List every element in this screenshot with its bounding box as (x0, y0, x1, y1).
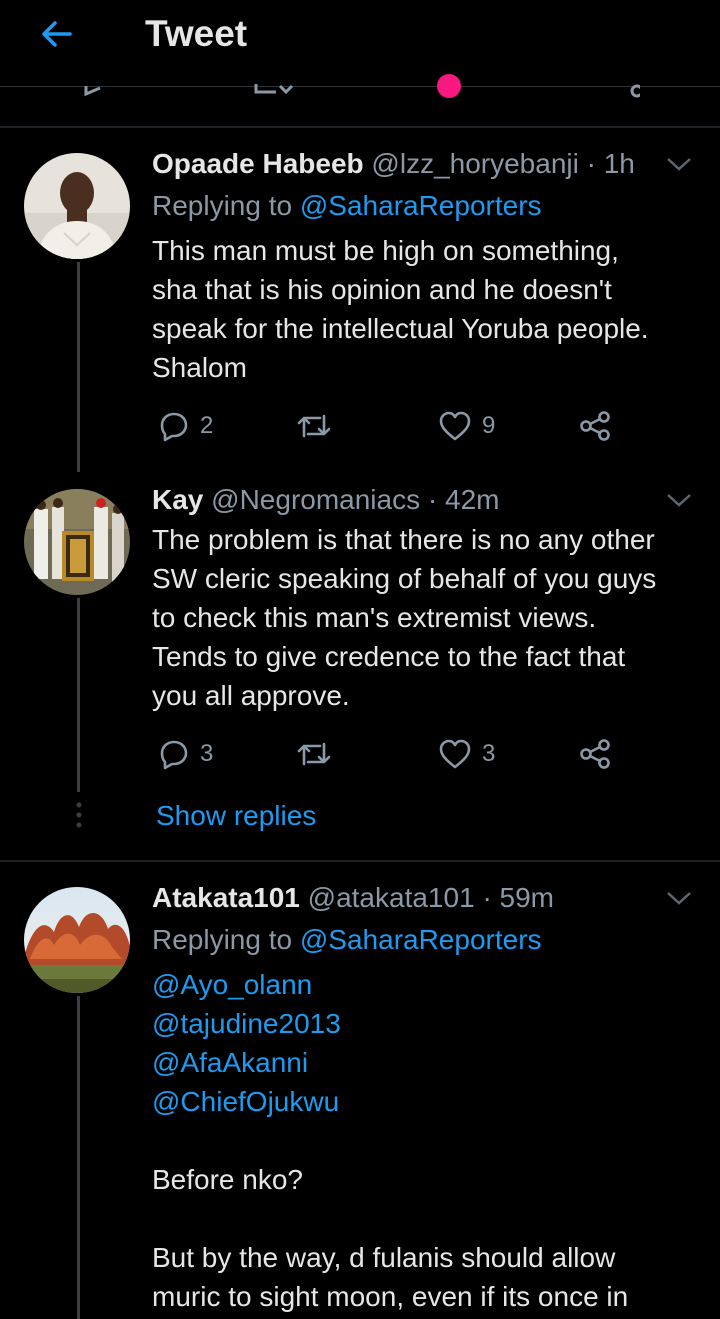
timestamp: · 59m (482, 882, 555, 913)
mention-link[interactable]: @Ayo_olann (152, 965, 707, 1004)
chevron-down-icon[interactable] (664, 154, 694, 174)
avatar[interactable] (24, 489, 130, 595)
reply-button[interactable]: 3 (158, 734, 213, 774)
retweet-icon (297, 414, 331, 438)
replying-to-link[interactable]: @SaharaReporters (300, 190, 542, 221)
avatar[interactable] (24, 153, 130, 259)
chevron-down-icon[interactable] (664, 888, 694, 908)
display-name[interactable]: Atakata101 (152, 882, 300, 913)
show-replies-link[interactable]: Show replies (156, 798, 316, 834)
reply-button[interactable]: 2 (158, 406, 213, 446)
mention-link[interactable]: @AfaAkanni (152, 1043, 707, 1082)
tweet-text-line (152, 1199, 707, 1238)
tweet-actions: 2 9 (152, 406, 632, 446)
reply-count: 3 (200, 740, 214, 767)
replying-to-link[interactable]: @SaharaReporters (300, 924, 542, 955)
user-handle[interactable]: @lzz_horyebanji (371, 148, 578, 179)
tweet-text-line: sha that is his opinion and he doesn't (152, 274, 612, 305)
divider (0, 126, 720, 128)
share-button[interactable] (578, 734, 612, 774)
like-count: 9 (482, 412, 496, 439)
like-count: 3 (482, 740, 496, 767)
tweet-text-line: SW cleric speaking of behalf of you guys (152, 563, 657, 594)
replying-to-label: Replying to (152, 924, 300, 955)
thread-line (77, 598, 80, 792)
like-button[interactable]: 3 (438, 734, 495, 774)
tweet-text: This man must be high on something, sha … (152, 231, 707, 387)
tweet-header: Kay @Negromaniacs · 42m (152, 482, 499, 518)
tweet-text-line: speak for the intellectual Yoruba people… (152, 313, 649, 344)
replying-to-label: Replying to (152, 190, 300, 221)
reply-icon (160, 412, 188, 442)
tweet-text-line: Shalom (152, 352, 247, 383)
divider (0, 860, 720, 862)
tweet-text-line: to check this man's extremist views. (152, 602, 597, 633)
main-tweet-actions-peek (80, 72, 640, 100)
timestamp: · 42m (427, 484, 500, 515)
retweet-icon (297, 742, 331, 766)
tweet-text-line: Before nko? (152, 1164, 303, 1195)
tweet-text: The problem is that there is no any othe… (152, 520, 707, 715)
display-name[interactable]: Kay (152, 484, 203, 515)
mention-link[interactable]: @tajudine2013 (152, 1004, 707, 1043)
thread-line (77, 996, 80, 1319)
arrow-left-icon[interactable] (36, 14, 76, 54)
chevron-down-icon[interactable] (664, 490, 694, 510)
retweet-button[interactable] (296, 406, 332, 446)
reply-count: 2 (200, 412, 214, 439)
display-name[interactable]: Opaade Habeeb (152, 148, 364, 179)
reply-icon (160, 740, 188, 770)
replying-to: Replying to @SaharaReporters (152, 188, 542, 224)
more-dots-icon (76, 802, 82, 828)
user-handle[interactable]: @Negromaniacs (211, 484, 420, 515)
tweet-text-line: you all approve. (152, 680, 350, 711)
share-icon (580, 739, 610, 769)
replying-to: Replying to @SaharaReporters (152, 922, 542, 958)
like-icon (439, 739, 471, 769)
retweet-button[interactable] (296, 734, 332, 774)
tweet-text-line: muric to sight moon, even if its once in (152, 1281, 629, 1312)
tweet-text: @Ayo_olann @tajudine2013 @AfaAkanni @Chi… (152, 965, 707, 1316)
avatar[interactable] (24, 887, 130, 993)
tweet-text-line: But by the way, d fulanis should allow (152, 1242, 616, 1273)
page-title: Tweet (145, 13, 248, 54)
tweet-header: Atakata101 @atakata101 · 59m (152, 880, 554, 916)
tweet-header: Opaade Habeeb @lzz_horyebanji · 1h (152, 146, 635, 182)
tweet-actions: 3 3 (152, 734, 632, 774)
tweet-text-line: The problem is that there is no any othe… (152, 524, 655, 555)
user-handle[interactable]: @atakata101 (308, 882, 475, 913)
mention-link[interactable]: @ChiefOjukwu (152, 1082, 707, 1121)
top-app-bar: Tweet (0, 0, 720, 72)
share-icon (580, 411, 610, 441)
like-icon (439, 411, 471, 441)
timestamp: · 1h (586, 148, 635, 179)
tweet-text-line: Tends to give credence to the fact that (152, 641, 626, 672)
share-button[interactable] (578, 406, 612, 446)
tweet-text-line: This man must be high on something, (152, 235, 619, 266)
thread-line (77, 262, 80, 472)
like-button[interactable]: 9 (438, 406, 495, 446)
